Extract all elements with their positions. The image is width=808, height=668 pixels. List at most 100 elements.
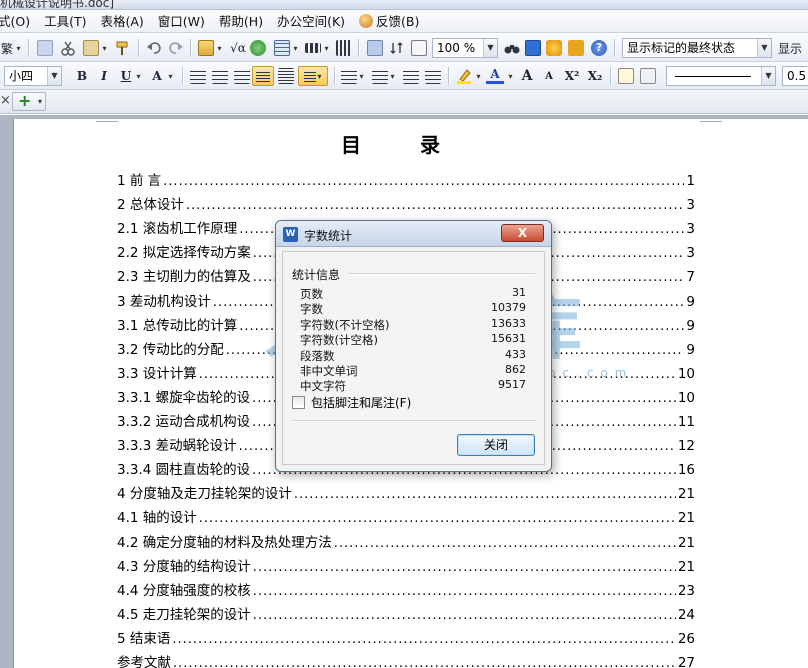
show-markup-button[interactable]: 显示 <box>778 38 808 58</box>
track-changes-state-select[interactable]: 显示标记的最终状态 ▼ <box>622 38 772 58</box>
bullet-list-icon[interactable] <box>372 68 388 84</box>
chevron-down-icon[interactable]: ▾ <box>322 38 330 58</box>
line-width-select[interactable]: 0.5 <box>782 66 808 86</box>
chevron-down-icon[interactable]: ▾ <box>215 38 223 58</box>
toc-entry-page: 7 <box>686 269 695 286</box>
chart-bars-icon[interactable] <box>336 40 352 56</box>
shrink-font-button[interactable]: A <box>541 66 557 86</box>
stat-value: 13633 <box>491 316 526 330</box>
stat-label: 段落数 <box>300 348 335 363</box>
binoculars-icon[interactable] <box>504 40 520 56</box>
toc-entry[interactable]: 5 结束语 26 <box>117 627 695 647</box>
italic-button[interactable]: I <box>96 66 112 86</box>
decrease-indent-icon[interactable] <box>403 68 419 84</box>
borders-icon[interactable] <box>618 68 634 84</box>
dialog-title-bar[interactable]: W 字数统计 X <box>276 221 551 247</box>
new-tab-button[interactable]: + ▾ <box>12 92 46 111</box>
subscript-button[interactable]: X₂ <box>585 66 605 86</box>
close-dialog-button[interactable]: 关闭 <box>457 434 535 456</box>
stat-row: 字数 10379 <box>300 301 526 316</box>
font-size-value: 小四 <box>9 69 34 83</box>
toc-entry-page: 10 <box>677 365 695 382</box>
toolbar-separator <box>138 39 139 57</box>
grow-font-button[interactable]: A <box>518 66 536 86</box>
menu-window[interactable]: 窗口(W) <box>158 11 205 32</box>
toc-entry[interactable]: 参考文献 27 <box>117 651 695 668</box>
line-spacing-button[interactable]: ▾ <box>298 66 328 86</box>
menu-help[interactable]: 帮助(H) <box>219 11 263 32</box>
font-effects-button[interactable]: A <box>148 66 166 86</box>
equation-button[interactable]: √α <box>228 38 248 58</box>
toc-entry[interactable]: 4.4 分度轴强度的校核 23 <box>117 579 695 599</box>
justify-button[interactable] <box>252 66 274 86</box>
chevron-down-icon[interactable]: ▾ <box>388 66 396 86</box>
chevron-down-icon[interactable]: ▾ <box>100 38 108 58</box>
align-left-icon[interactable] <box>190 68 206 84</box>
toc-entry[interactable]: 4.1 轴的设计 21 <box>117 506 695 526</box>
menu-format[interactable]: 式(O) <box>0 11 30 32</box>
insert-table-icon[interactable] <box>198 40 214 56</box>
chevron-down-icon[interactable]: ▾ <box>357 66 365 86</box>
copy-icon[interactable] <box>37 40 53 56</box>
font-size-select[interactable]: 小四 ▼ <box>4 66 62 86</box>
font-color-icon: A <box>490 66 500 81</box>
redo-icon[interactable] <box>168 40 184 56</box>
toc-entry[interactable]: 2 总体设计 3 <box>117 193 695 213</box>
table-grid-icon[interactable] <box>274 40 290 56</box>
toc-entry-label: 1 前 言 <box>117 173 162 189</box>
distributed-align-icon[interactable] <box>278 68 294 84</box>
align-center-icon[interactable] <box>212 68 228 84</box>
line-style-select[interactable]: ▼ <box>666 66 776 86</box>
toc-entry[interactable]: 4 分度轴及走刀挂轮架的设计 21 <box>117 482 695 502</box>
menu-table[interactable]: 表格(A) <box>100 11 143 32</box>
toc-entry[interactable]: 4.2 确定分度轴的材料及热处理方法 21 <box>117 531 695 551</box>
chevron-down-icon[interactable]: ▾ <box>291 38 299 58</box>
close-tab-icon[interactable]: × <box>0 93 11 108</box>
chevron-down-icon[interactable]: ▾ <box>14 38 22 58</box>
chevron-down-icon: ▼ <box>483 39 497 57</box>
highlighter-icon[interactable] <box>456 68 472 84</box>
toc-entry[interactable]: 4.5 走刀挂轮架的设计 24 <box>117 603 695 623</box>
chevron-down-icon[interactable]: ▾ <box>134 66 142 86</box>
cut-icon[interactable] <box>60 40 76 56</box>
document-map-icon[interactable] <box>367 40 383 56</box>
increase-indent-icon[interactable] <box>425 68 441 84</box>
help-icon[interactable]: ? <box>591 40 607 56</box>
format-painter-icon[interactable] <box>114 40 130 56</box>
shading-icon[interactable] <box>640 68 656 84</box>
numbered-list-icon[interactable] <box>341 68 357 84</box>
superscript-button[interactable]: X² <box>562 66 582 86</box>
toolbar-separator <box>610 67 611 85</box>
toc-entry[interactable]: 1 前 言 1 <box>117 169 695 189</box>
window-title: 机械设计说明书.doc] <box>0 0 115 10</box>
menu-feedback[interactable]: 反馈(B) <box>359 11 419 32</box>
toc-entry[interactable]: 4.3 分度轴的结构设计 21 <box>117 555 695 575</box>
dialog-body: 统计信息 页数 31 字数 10379 字符数(不计空格) 13633 字符数(计空格) 15… <box>282 251 545 465</box>
chevron-down-icon[interactable]: ▾ <box>506 66 514 86</box>
include-footnotes-option[interactable]: 包括脚注和尾注(F) <box>292 394 411 410</box>
chevron-down-icon[interactable]: ▾ <box>474 66 482 86</box>
wps-online-icon[interactable] <box>525 40 541 56</box>
toc-entry-label: 4.5 走刀挂轮架的设计 <box>117 606 251 623</box>
underline-button[interactable]: U <box>118 66 134 86</box>
menu-tools[interactable]: 工具(T) <box>44 11 86 32</box>
font-color-button[interactable]: A <box>486 66 504 84</box>
menu-office-space[interactable]: 办公空间(K) <box>277 11 345 32</box>
cloud-icon[interactable] <box>568 40 584 56</box>
zoom-select[interactable]: 100 % ▼ <box>432 38 498 58</box>
bold-button[interactable]: B <box>74 66 90 86</box>
include-footnotes-checkbox[interactable] <box>292 395 305 409</box>
columns-icon[interactable] <box>305 43 321 53</box>
paste-icon[interactable] <box>83 40 99 56</box>
standard-toolbar: 繁 ▾ ▾ ▾ √α ▾ ▾ 100 % ▼ ? 显示标记的最终状态 ▼ 显示 <box>0 34 808 62</box>
template-icon[interactable] <box>546 40 562 56</box>
dialog-divider <box>292 420 537 421</box>
dialog-close-button[interactable]: X <box>501 224 544 242</box>
undo-icon[interactable] <box>146 40 162 56</box>
preview-icon[interactable] <box>411 40 427 56</box>
align-right-icon[interactable] <box>234 68 250 84</box>
chevron-down-icon[interactable]: ▾ <box>166 66 174 86</box>
globe-icon[interactable] <box>250 40 266 56</box>
sort-icon[interactable] <box>389 40 405 56</box>
traditional-chinese-button[interactable]: 繁 <box>0 38 14 58</box>
